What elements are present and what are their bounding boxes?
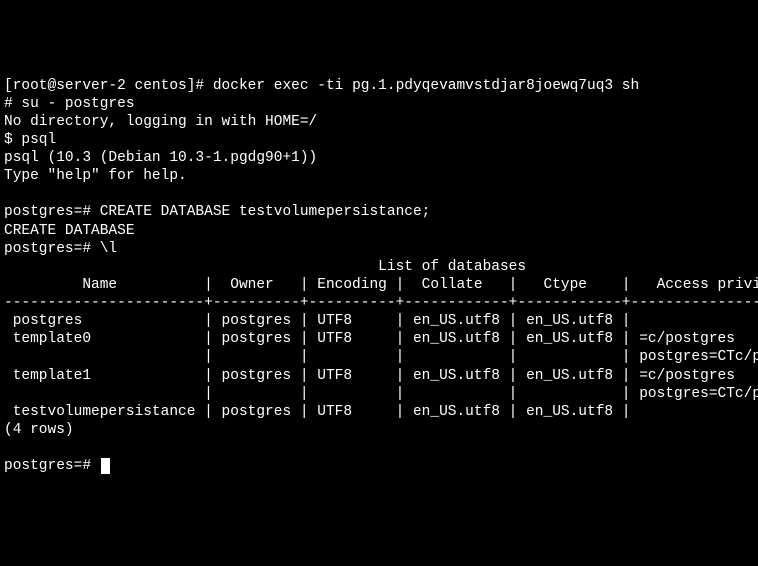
command-text: \l [100,241,117,257]
output-line: CREATE DATABASE [4,223,135,239]
table-divider: -----------------------+----------+-----… [4,295,758,311]
output-line: Type "help" for help. [4,168,187,184]
output-line: psql (10.3 (Debian 10.3-1.pgdg90+1)) [4,150,317,166]
row-count: (4 rows) [4,422,74,438]
shell-prompt: $ [4,132,21,148]
output-line: No directory, logging in with HOME=/ [4,114,317,130]
table-row: | | | | | postgres=CTc/postgres [4,386,758,402]
cursor-icon [101,458,110,474]
command-text: CREATE DATABASE testvolumepersistance; [100,204,431,220]
command-text: su - postgres [21,96,134,112]
table-row: postgres | postgres | UTF8 | en_US.utf8 … [4,313,639,329]
table-title: List of databases [4,259,526,275]
terminal-output[interactable]: [root@server-2 centos]# docker exec -ti … [4,77,754,476]
psql-prompt: postgres=# [4,458,100,474]
table-header: Name | Owner | Encoding | Collate | Ctyp… [4,277,758,293]
psql-prompt: postgres=# [4,204,100,220]
shell-prompt: # [4,96,21,112]
table-row: template1 | postgres | UTF8 | en_US.utf8… [4,368,758,384]
command-text: docker exec -ti pg.1.pdyqevamvstdjar8joe… [213,78,639,94]
table-row: | | | | | postgres=CTc/postgres [4,349,758,365]
command-text: psql [21,132,56,148]
table-row: template0 | postgres | UTF8 | en_US.utf8… [4,331,758,347]
table-row: testvolumepersistance | postgres | UTF8 … [4,404,639,420]
psql-prompt: postgres=# [4,241,100,257]
shell-prompt: [root@server-2 centos]# [4,78,213,94]
